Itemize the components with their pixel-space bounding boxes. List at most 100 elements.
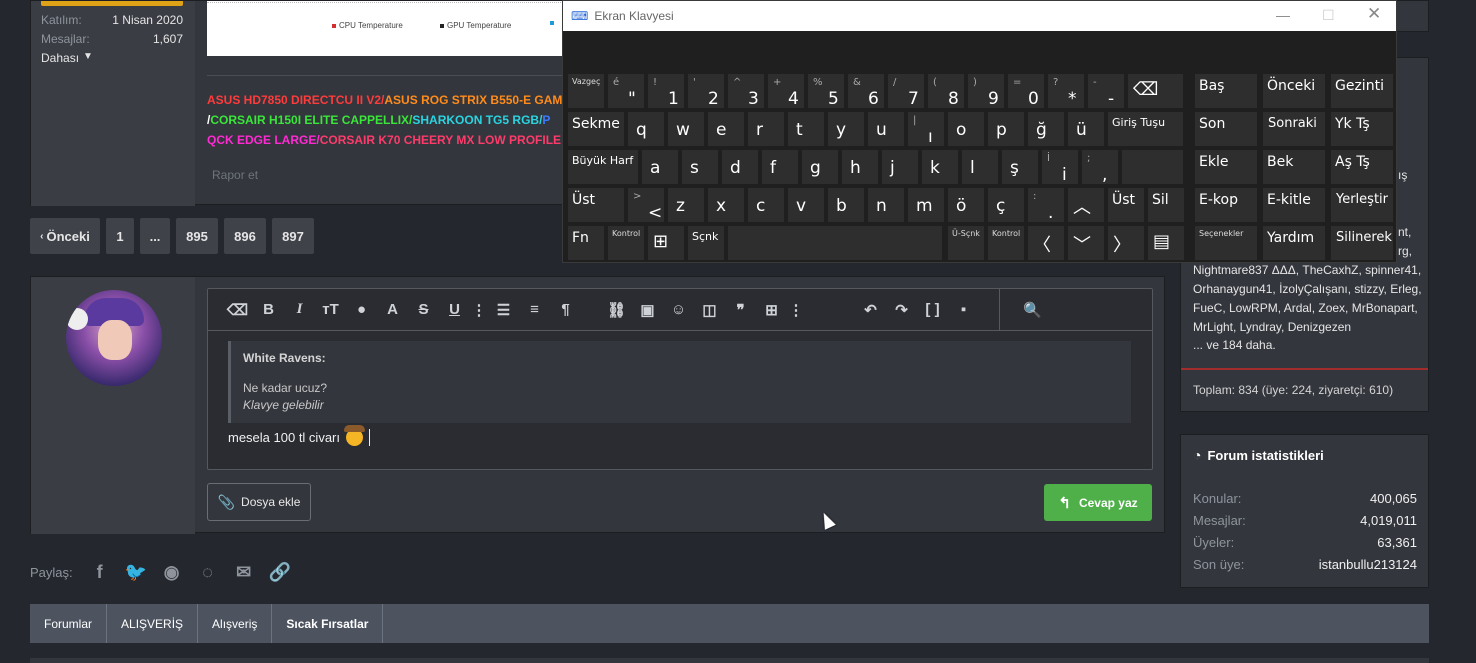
osk-key[interactable]: Seçenekler — [1195, 226, 1257, 260]
osk-key[interactable] — [728, 226, 942, 260]
osk-key[interactable]: :. — [1028, 188, 1064, 223]
osk-key[interactable]: s — [682, 150, 718, 184]
osk-key[interactable]: Büyük Harf — [568, 150, 638, 184]
osk-key[interactable]: Üst — [1108, 188, 1144, 222]
osk-key[interactable]: a — [642, 150, 678, 184]
more-insert-icon[interactable]: ⋮ — [787, 295, 805, 325]
osk-key[interactable]: ? * — [1048, 74, 1084, 109]
media-icon[interactable]: ◫ — [694, 295, 725, 325]
page-ellipsis-button[interactable]: ... — [140, 218, 170, 254]
osk-key[interactable]: b — [828, 188, 864, 222]
osk-key[interactable]: % 5 — [808, 74, 844, 109]
osk-key[interactable]: o — [948, 112, 984, 146]
clear-format-icon[interactable]: ⌫ — [222, 295, 253, 325]
osk-key[interactable]: (8 — [928, 74, 964, 109]
more-text-icon[interactable]: ⋮ — [470, 295, 488, 325]
osk-key[interactable]: x — [708, 188, 744, 222]
twitter-icon[interactable]: 🐦 — [125, 562, 147, 583]
facebook-icon[interactable]: f — [89, 562, 111, 583]
whatsapp-icon[interactable]: ◌ — [197, 562, 219, 583]
bbcode-toggle-icon[interactable]: [ ] — [917, 295, 948, 325]
page-button-897[interactable]: 897 — [272, 218, 314, 254]
osk-key[interactable]: Ü-Sçnk — [948, 226, 984, 260]
osk-key[interactable]: k — [922, 150, 958, 184]
underline-icon[interactable]: U — [439, 295, 470, 325]
osk-key[interactable]: w — [668, 112, 704, 146]
osk-key[interactable]: Sçnk — [688, 226, 724, 260]
maximize-icon[interactable]: ☐ — [1322, 7, 1335, 24]
osk-key[interactable]: n — [868, 188, 904, 222]
osk-key[interactable]: 〈 — [1028, 226, 1064, 260]
osk-key[interactable]: ;, — [1082, 150, 1118, 185]
message-editor[interactable]: ⌫ B I тT ● A S U ⋮ ☰ ≡ ¶ ⛓ ▣ ☺ ◫ ❞ ⊞ ⋮ ↶… — [207, 288, 1153, 470]
osk-key[interactable]: p — [988, 112, 1024, 146]
osk-key[interactable]: Baş — [1195, 74, 1257, 108]
osk-key[interactable]: q — [628, 112, 664, 146]
online-members-list[interactable]: Nightmare837 ΔΔΔ, TheCaxhZ, spinner41, O… — [1193, 261, 1423, 337]
report-link[interactable]: Rapor et — [212, 168, 258, 182]
osk-key[interactable]: E-kop — [1195, 188, 1257, 222]
osk-key[interactable]: m — [908, 188, 944, 222]
osk-key[interactable]: l — [962, 150, 998, 184]
osk-key[interactable]: ) 9 — [968, 74, 1004, 109]
osk-key[interactable]: Giriş Tuşu — [1108, 112, 1183, 146]
osk-key[interactable]: ⌫ — [1128, 74, 1183, 108]
online-more-link[interactable]: ... ve 184 daha. — [1193, 338, 1276, 352]
osk-key[interactable]: ⊞ — [648, 226, 684, 260]
osk-key[interactable]: u — [868, 112, 904, 146]
osk-key[interactable]: é " — [608, 74, 644, 109]
bold-icon[interactable]: B — [253, 295, 284, 325]
osk-key[interactable]: Kontrol — [608, 226, 644, 260]
osk-key[interactable]: Önceki — [1263, 74, 1325, 108]
osk-key[interactable]: Vazgeç — [568, 74, 604, 108]
osk-key[interactable]: g — [802, 150, 838, 184]
table-icon[interactable]: ⊞ — [756, 295, 787, 325]
osk-key[interactable]: & 6 — [848, 74, 884, 109]
osk-key[interactable]: Gezinti — [1331, 74, 1393, 108]
strikethrough-icon[interactable]: S — [408, 295, 439, 325]
breadcrumb-item-alisveris-category[interactable]: ALIŞVERİŞ — [107, 604, 199, 643]
osk-key[interactable]: ö — [948, 188, 984, 222]
breadcrumb-item-sicak-firsatlar[interactable]: Sıcak Fırsatlar — [272, 604, 384, 643]
osk-key[interactable]: -- — [1088, 74, 1124, 109]
reddit-icon[interactable]: ◉ — [161, 562, 183, 583]
redo-icon[interactable]: ↷ — [886, 295, 917, 325]
osk-key[interactable]: İi — [1042, 150, 1078, 185]
osk-key[interactable]: Sonraki — [1263, 112, 1325, 146]
osk-key[interactable]: Yk Tş — [1331, 112, 1393, 146]
osk-key[interactable]: Son — [1195, 112, 1257, 146]
osk-key[interactable]: +4 — [768, 74, 804, 109]
prev-page-button[interactable]: ‹ Önceki — [30, 218, 100, 254]
osk-key[interactable]: y — [828, 112, 864, 146]
osk-key[interactable]: Fn — [568, 226, 604, 260]
link-icon[interactable]: 🔗 — [269, 562, 291, 583]
osk-key[interactable]: Üst — [568, 188, 624, 222]
osk-key[interactable]: d — [722, 150, 758, 184]
minimize-icon[interactable]: — — [1276, 7, 1290, 23]
osk-key[interactable]: f — [762, 150, 798, 184]
align-icon[interactable]: ≡ — [519, 295, 550, 325]
email-icon[interactable]: ✉ — [233, 562, 255, 583]
osk-key[interactable]: ğ — [1028, 112, 1064, 146]
save-draft-icon[interactable]: ▪ — [948, 295, 979, 325]
osk-key[interactable]: Yardım — [1263, 226, 1325, 260]
osk-key[interactable]: Yerleştir — [1331, 188, 1393, 222]
osk-key[interactable]: Ekle — [1195, 150, 1257, 184]
link-icon[interactable]: ⛓ — [601, 295, 632, 325]
attach-file-button[interactable]: 📎 Dosya ekle — [207, 483, 311, 521]
osk-key[interactable]: h — [842, 150, 878, 184]
osk-key[interactable]: ' 2 — [688, 74, 724, 109]
osk-key[interactable]: ﹀ — [1068, 226, 1104, 260]
image-icon[interactable]: ▣ — [632, 295, 663, 325]
osk-key[interactable]: > < — [628, 188, 664, 223]
more-toggle[interactable]: Dahası ▼ — [41, 51, 183, 65]
page-button-896[interactable]: 896 — [224, 218, 266, 254]
osk-key[interactable]: r — [748, 112, 784, 146]
paragraph-icon[interactable]: ¶ — [550, 295, 581, 325]
latest-member-link[interactable]: istanbullu213124 — [1319, 557, 1417, 572]
osk-key[interactable]: Kontrol — [988, 226, 1024, 260]
post-reply-button[interactable]: ↰ Cevap yaz — [1044, 484, 1152, 521]
osk-key[interactable]: Sil — [1148, 188, 1184, 222]
text-color-icon[interactable]: ● — [346, 295, 377, 325]
breadcrumb-item-forumlar[interactable]: Forumlar — [30, 604, 108, 643]
